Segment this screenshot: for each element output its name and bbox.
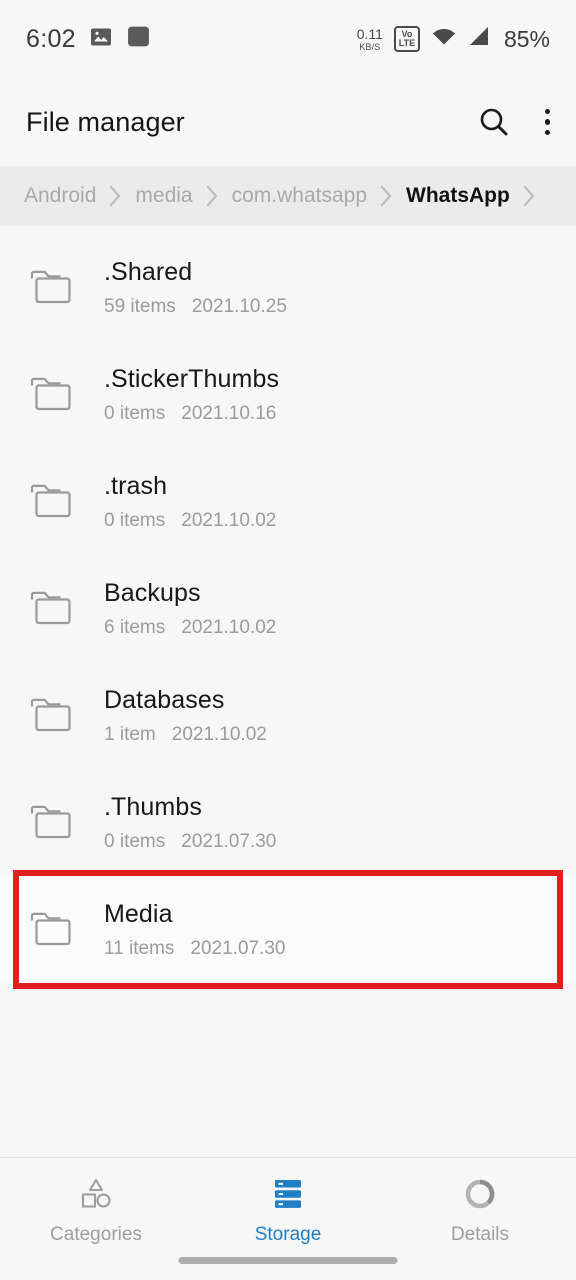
file-meta: 59 items 2021.10.25	[104, 296, 287, 318]
server-icon	[269, 1175, 307, 1213]
menu-dot	[544, 108, 550, 115]
breadcrumb-item-1[interactable]: media	[135, 184, 192, 208]
file-list-row[interactable]: Databases 1 item 2021.10.02	[0, 662, 576, 769]
file-item-count: 6 items	[104, 616, 166, 638]
file-name: Media	[104, 899, 173, 928]
file-row-text: .Thumbs 0 items 2021.07.30	[104, 793, 276, 853]
image-notification-icon	[89, 25, 113, 54]
file-date: 2021.07.30	[181, 830, 277, 852]
file-name: .Shared	[104, 257, 193, 286]
network-speed-unit: KB/S	[359, 41, 381, 52]
search-icon[interactable]	[477, 105, 511, 139]
menu-dot	[544, 129, 550, 136]
volte-bottom-label: LTE	[398, 38, 416, 48]
file-date: 2021.10.02	[181, 509, 277, 531]
more-vertical-icon[interactable]	[544, 108, 550, 136]
bottom-nav-label: Storage	[254, 1224, 322, 1245]
bottom-nav-label: Categories	[50, 1224, 142, 1245]
file-meta: 0 items 2021.10.02	[104, 510, 276, 532]
wifi-icon	[431, 27, 457, 52]
file-item-count: 11 items	[104, 937, 175, 959]
file-list-row[interactable]: .Thumbs 0 items 2021.07.30	[0, 769, 576, 876]
file-item-count: 0 items	[104, 402, 166, 424]
file-row-text: .StickerThumbs 0 items 2021.10.16	[104, 365, 279, 425]
file-date: 2021.07.30	[190, 937, 286, 959]
page-title: File manager	[26, 106, 185, 137]
file-meta: 6 items 2021.10.02	[104, 617, 276, 639]
donut-chart-icon	[461, 1175, 499, 1213]
breadcrumb-item-2[interactable]: com.whatsapp	[232, 184, 367, 208]
volte-icon: Vo LTE	[393, 26, 420, 52]
folder-icon	[28, 589, 76, 629]
bottom-nav-item-storage[interactable]: Storage	[192, 1175, 384, 1246]
file-date: 2021.10.02	[171, 723, 267, 745]
battery-percent: 85%	[503, 25, 550, 52]
file-name: .trash	[104, 471, 168, 500]
folder-icon	[28, 803, 76, 843]
chevron-right-icon	[510, 185, 549, 207]
app-notification-icon	[126, 24, 151, 54]
file-meta: 0 items 2021.10.16	[104, 403, 279, 425]
menu-dot	[544, 119, 550, 125]
cellular-signal-icon	[468, 26, 491, 52]
file-item-count: 59 items	[104, 295, 176, 317]
file-date: 2021.10.16	[181, 402, 277, 424]
file-list-row[interactable]: .StickerThumbs 0 items 2021.10.16	[0, 341, 576, 448]
bottom-nav-label: Details	[450, 1224, 510, 1245]
file-item-count: 0 items	[104, 830, 166, 852]
file-list-row[interactable]: .trash 0 items 2021.10.02	[0, 448, 576, 555]
app-bar-actions	[477, 105, 550, 139]
file-list: .Shared 59 items 2021.10.25 .StickerThumbs 0…	[0, 226, 576, 983]
file-list-row[interactable]: Backups 6 items 2021.10.02	[0, 555, 576, 662]
network-speed-value: 0.11	[356, 25, 383, 42]
file-name: Backups	[104, 578, 201, 607]
folder-icon	[28, 268, 76, 308]
breadcrumb-item-3[interactable]: WhatsApp	[406, 184, 510, 208]
bottom-nav-item-details[interactable]: Details	[384, 1175, 576, 1246]
chevron-right-icon	[367, 185, 406, 207]
folder-icon	[28, 482, 76, 522]
folder-icon	[28, 375, 76, 415]
chevron-right-icon	[193, 185, 232, 207]
file-name: Databases	[104, 685, 225, 714]
file-date: 2021.10.25	[191, 295, 287, 317]
file-list-row[interactable]: .Shared 59 items 2021.10.25	[0, 234, 576, 341]
file-list-row[interactable]: Media 11 items 2021.07.30	[0, 876, 576, 983]
file-row-text: Media 11 items 2021.07.30	[104, 900, 286, 960]
file-name: .Thumbs	[104, 792, 202, 821]
file-item-count: 1 item	[104, 723, 156, 745]
folder-icon	[28, 696, 76, 736]
file-meta: 0 items 2021.07.30	[104, 831, 276, 853]
file-item-count: 0 items	[104, 509, 166, 531]
file-date: 2021.10.02	[181, 616, 277, 638]
bottom-nav-item-categories[interactable]: Categories	[0, 1175, 192, 1246]
file-name: .StickerThumbs	[104, 364, 280, 393]
shapes-icon	[77, 1175, 115, 1213]
file-row-text: .trash 0 items 2021.10.02	[104, 472, 276, 532]
breadcrumb-item-0[interactable]: Android	[24, 184, 96, 208]
file-meta: 11 items 2021.07.30	[104, 938, 286, 960]
network-speed-indicator: 0.11 KB/S	[357, 27, 383, 52]
status-bar-clock: 6:02	[26, 24, 76, 53]
status-bar-right: 0.11 KB/S Vo LTE 85%	[357, 26, 550, 53]
file-meta: 1 item 2021.10.02	[104, 724, 267, 746]
file-row-text: Databases 1 item 2021.10.02	[104, 686, 267, 746]
status-bar: 6:02 0.11 KB/S Vo LTE 85%	[0, 0, 576, 78]
chevron-right-icon	[96, 185, 135, 207]
folder-icon	[28, 910, 76, 950]
file-row-text: Backups 6 items 2021.10.02	[104, 579, 276, 639]
gesture-home-bar[interactable]	[178, 1257, 398, 1264]
file-row-text: .Shared 59 items 2021.10.25	[104, 258, 287, 318]
breadcrumb: Android media com.whatsapp WhatsApp	[0, 166, 576, 226]
app-bar: File manager	[0, 78, 576, 166]
status-bar-left: 6:02	[26, 24, 151, 54]
